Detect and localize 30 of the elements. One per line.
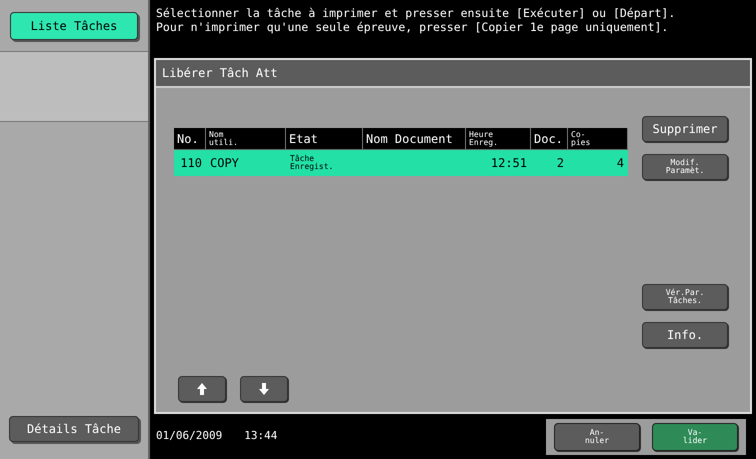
column-header: Co- pies (568, 128, 628, 149)
date-text: 01/06/2009 (156, 428, 222, 444)
time-text: 13:44 (244, 428, 278, 444)
column-header: Nom Document (363, 128, 466, 149)
table-cell-text: 110 (179, 155, 203, 172)
table-cell-text: COPY (209, 155, 240, 172)
sidebar-tab[interactable]: Détails Tâche (9, 416, 139, 442)
action-button[interactable]: Vér.Par. Tâches. (642, 284, 728, 310)
sidebar-tab[interactable]: Liste Tâches (10, 12, 138, 40)
table-cell-text: 2 (556, 155, 565, 172)
table-cell-text: 4 (616, 155, 625, 172)
up-arrow-icon (197, 383, 207, 395)
down-arrow-icon (259, 383, 269, 395)
job-row[interactable]: 110 COPY Tâche Enregist. 12:51 2 4 (174, 150, 628, 176)
column-header: Etat (286, 128, 363, 149)
column-header: Nom utili. (206, 128, 286, 149)
confirm-button[interactable]: Va- lider (652, 422, 738, 450)
cancel-button[interactable]: An- nuler (554, 422, 640, 450)
instruction-text: Sélectionner la tâche à imprimer et presser ensuite [Exécuter] ou [Départ]. Pour n'imprimer qu'une seule épreuve, presser [Copier 1e page uniquement]. (155, 5, 676, 36)
table-cell-text: Tâche Enregist. (289, 153, 334, 173)
action-button[interactable]: Supprimer (642, 116, 728, 142)
panel-title: Libérer Tâch Att (156, 60, 750, 88)
scroll-down-button[interactable] (240, 376, 288, 402)
column-header: Heure Enreg. (466, 128, 531, 149)
column-header: Doc. (531, 128, 568, 149)
scroll-up-button[interactable] (178, 376, 226, 402)
action-button[interactable]: Modif. Paramèt. (642, 154, 728, 180)
action-button[interactable]: Info. (642, 322, 728, 348)
table-cell-text: 12:51 (490, 155, 528, 172)
column-header: No. (174, 128, 206, 149)
